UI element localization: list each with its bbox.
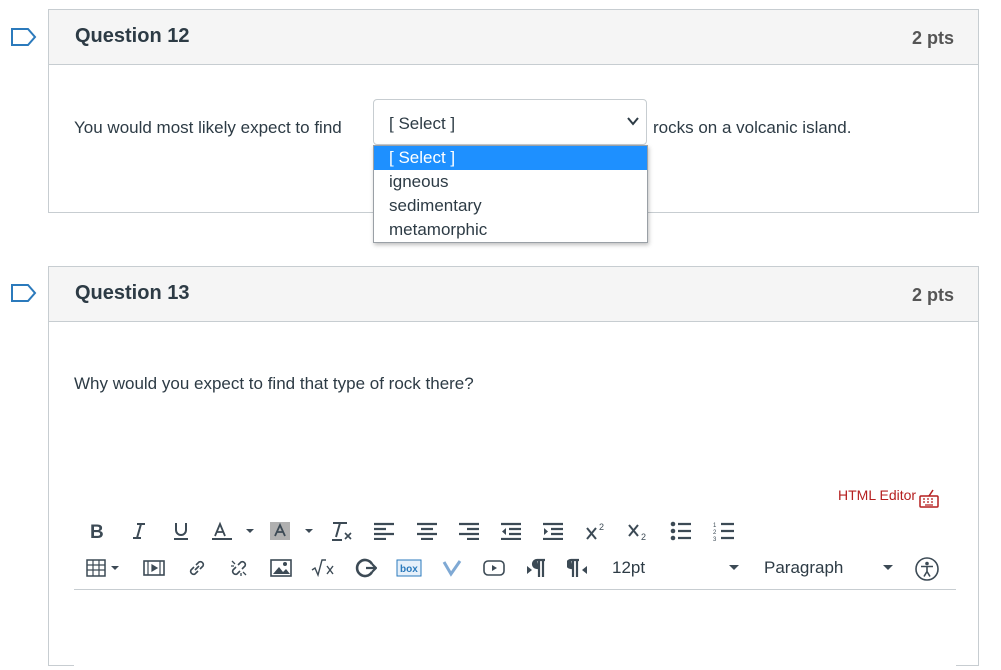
bookmark-flag-icon[interactable] [11,284,37,302]
select-option[interactable]: igneous [374,170,647,194]
superscript-icon[interactable]: 2 [585,519,609,543]
align-left-icon[interactable] [372,519,396,543]
question-12-header: Question 12 2 pts [49,10,978,65]
block-format-value: Paragraph [764,558,844,577]
svg-text:2: 2 [641,532,646,541]
bookmark-flag-icon[interactable] [11,28,37,46]
media-icon[interactable] [142,556,166,580]
block-format-select[interactable]: Paragraph [764,556,896,580]
svg-text:B: B [90,522,104,540]
accessibility-icon[interactable] [914,556,940,582]
numbered-list-icon[interactable]: 123 [712,519,736,543]
question-13-header: Question 13 2 pts [49,267,978,322]
svg-text:1: 1 [713,523,717,529]
question-points: 2 pts [911,28,954,48]
svg-text:2: 2 [713,530,717,536]
video-icon[interactable] [482,556,506,580]
outdent-icon[interactable] [499,519,523,543]
select-dropdown-list: [ Select ] igneous sedimentary metamorph… [373,145,648,243]
font-size-value: 12pt [612,558,646,577]
question-12-text-before: You would most likely expect to find [74,118,342,137]
select-option[interactable]: sedimentary [374,194,647,218]
text-color-icon[interactable] [209,519,257,543]
chevron-down-icon [883,565,893,570]
question-13-text: Why would you expect to find that type o… [74,374,474,393]
select-option[interactable]: metamorphic [374,218,647,242]
keyboard-icon[interactable] [918,488,940,508]
clear-formatting-icon[interactable] [330,519,354,543]
font-size-select[interactable]: 12pt [612,556,742,580]
subscript-icon[interactable]: 2 [627,519,651,543]
unlink-icon[interactable] [227,556,251,580]
rich-text-editor-area[interactable] [74,589,956,670]
question-points: 2 pts [911,285,954,305]
chevron-down-icon [729,565,739,570]
math-icon[interactable] [311,556,337,580]
align-center-icon[interactable] [415,519,439,543]
align-right-icon[interactable] [457,519,481,543]
link-icon[interactable] [185,556,209,580]
background-color-icon[interactable] [268,519,318,543]
html-editor-link[interactable]: HTML Editor [838,487,916,503]
box-icon[interactable]: box [396,556,422,580]
indent-icon[interactable] [541,519,565,543]
svg-text:box: box [400,564,418,575]
answer-select[interactable]: [ Select ] [373,99,647,145]
question-title: Question 13 [75,282,190,304]
select-option[interactable]: [ Select ] [374,146,647,170]
question-title: Question 12 [75,25,190,47]
table-icon[interactable] [86,556,122,580]
ltr-icon[interactable] [524,556,548,580]
svg-text:2: 2 [599,522,604,532]
bold-icon[interactable]: B [86,519,108,543]
image-icon[interactable] [269,556,293,580]
select-value: [ Select ] [389,114,456,133]
question-12-text-after: rocks on a volcanic island. [653,118,852,137]
vimeo-icon[interactable] [440,556,464,580]
rtl-icon[interactable] [566,556,590,580]
bullet-list-icon[interactable] [669,519,693,543]
chevron-down-icon [627,117,639,126]
underline-icon[interactable] [170,519,192,543]
svg-text:3: 3 [713,537,717,541]
italic-icon[interactable] [128,519,150,543]
embed-icon[interactable] [354,556,378,580]
